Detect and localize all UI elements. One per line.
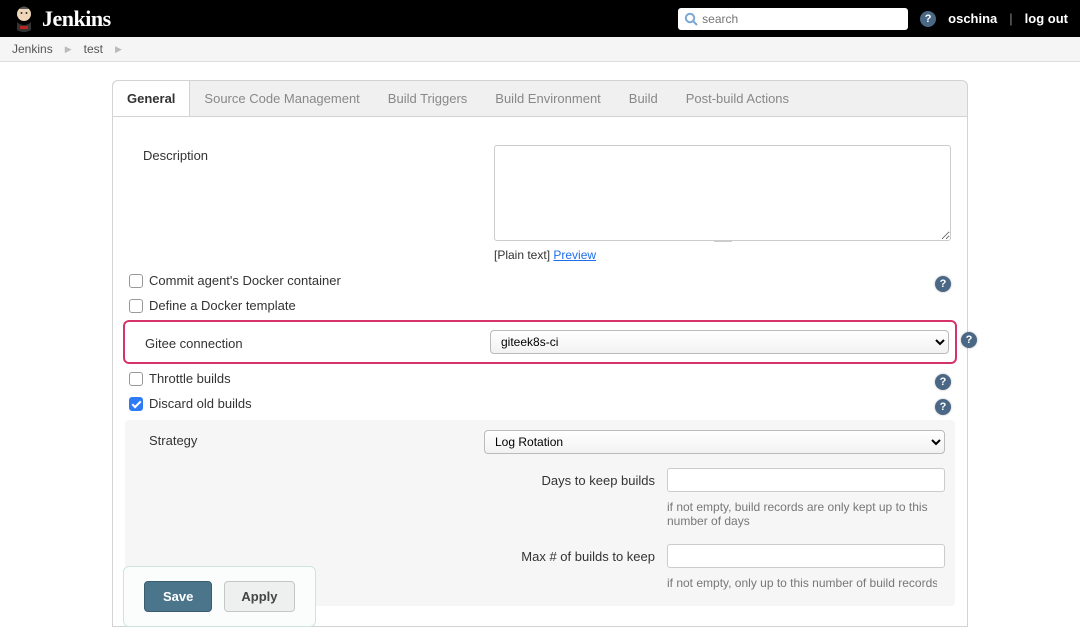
days-label: Days to keep builds — [505, 473, 655, 488]
define-template-label: Define a Docker template — [149, 298, 296, 313]
tab-build[interactable]: Build — [615, 81, 672, 116]
search-input[interactable] — [702, 12, 902, 26]
max-builds-input[interactable] — [667, 544, 945, 568]
gitee-connection-row: Gitee connection giteek8s-ci ? — [123, 320, 957, 364]
tab-post[interactable]: Post-build Actions — [672, 81, 803, 116]
help-icon[interactable]: ? — [935, 374, 951, 390]
discard-checkbox[interactable] — [129, 397, 143, 411]
strategy-select[interactable]: Log Rotation — [484, 430, 945, 454]
search-icon — [684, 12, 698, 26]
brand-text: Jenkins — [42, 6, 111, 32]
config-panel: Description [Plain text] Preview Commit … — [112, 117, 968, 627]
gitee-connection-select[interactable]: giteek8s-ci — [490, 330, 949, 354]
strategy-label: Strategy — [135, 430, 484, 448]
gitee-label: Gitee connection — [131, 333, 490, 351]
throttle-checkbox[interactable] — [129, 372, 143, 386]
chevron-right-icon: ▶ — [115, 44, 122, 55]
plain-text-label: [Plain text] — [494, 248, 550, 262]
logo[interactable]: Jenkins — [12, 4, 111, 34]
commit-agent-label: Commit agent's Docker container — [149, 273, 341, 288]
jenkins-icon — [12, 4, 36, 34]
config-tabs: General Source Code Management Build Tri… — [112, 80, 968, 117]
breadcrumb: Jenkins ▶ test ▶ — [0, 37, 1080, 62]
config-form: General Source Code Management Build Tri… — [112, 80, 968, 627]
help-icon[interactable]: ? — [961, 332, 977, 348]
apply-button[interactable]: Apply — [224, 581, 294, 612]
discard-label: Discard old builds — [149, 396, 252, 411]
breadcrumb-item[interactable]: test — [84, 42, 103, 56]
description-label: Description — [129, 145, 494, 163]
user-link[interactable]: oschina — [948, 11, 997, 26]
breadcrumb-item[interactable]: Jenkins — [12, 42, 53, 56]
throttle-label: Throttle builds — [149, 371, 231, 386]
top-header: Jenkins ? oschina | log out — [0, 0, 1080, 37]
tab-env[interactable]: Build Environment — [481, 81, 615, 116]
search-box[interactable] — [678, 8, 908, 30]
form-actions: Save Apply — [123, 566, 316, 627]
resize-grip-icon[interactable] — [708, 240, 738, 246]
save-button[interactable]: Save — [144, 581, 212, 612]
separator: | — [1009, 11, 1012, 26]
help-icon[interactable]: ? — [920, 11, 936, 27]
max-builds-label: Max # of builds to keep — [505, 549, 655, 564]
tab-general[interactable]: General — [112, 80, 190, 116]
description-textarea[interactable] — [494, 145, 951, 241]
max-help-text: if not empty, only up to this number of … — [667, 576, 937, 590]
preview-link[interactable]: Preview — [553, 248, 596, 262]
commit-agent-checkbox[interactable] — [129, 274, 143, 288]
chevron-right-icon: ▶ — [65, 44, 72, 55]
days-help-text: if not empty, build records are only kep… — [667, 500, 937, 528]
tab-triggers[interactable]: Build Triggers — [374, 81, 481, 116]
help-icon[interactable]: ? — [935, 276, 951, 292]
help-icon[interactable]: ? — [935, 399, 951, 415]
define-template-checkbox[interactable] — [129, 299, 143, 313]
days-to-keep-input[interactable] — [667, 468, 945, 492]
logout-link[interactable]: log out — [1025, 11, 1068, 26]
tab-scm[interactable]: Source Code Management — [190, 81, 373, 116]
